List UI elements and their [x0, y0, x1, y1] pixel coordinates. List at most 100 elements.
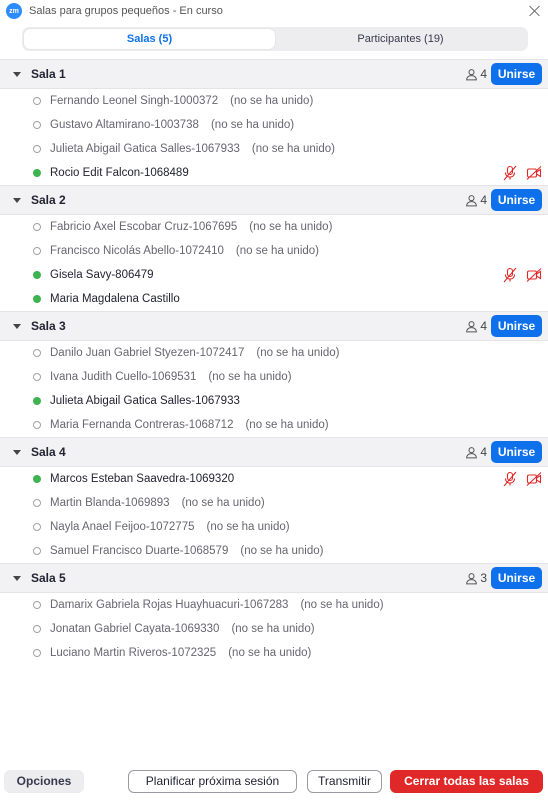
- participant-status: (no se ha unido): [181, 497, 265, 509]
- participant-status: (no se ha unido): [210, 119, 295, 131]
- room-header[interactable]: Sala 1 4 Unirse: [0, 59, 548, 89]
- participant-name: Fernando Leonel Singh-1000372: [50, 95, 219, 107]
- status-dot: [33, 397, 41, 405]
- status-dot: [33, 247, 41, 255]
- caret-down-icon[interactable]: [13, 71, 21, 77]
- participant-count: 4: [465, 67, 487, 81]
- participant-name: Julieta Abigail Gatica Salles-1067933: [50, 395, 240, 407]
- participant-status: (no se ha unido): [256, 347, 340, 359]
- join-button[interactable]: Unirse: [491, 567, 542, 589]
- window-title: Salas para grupos pequeños - En curso: [29, 5, 223, 17]
- participant-row: Francisco Nicolás Abello-1072410 (no se …: [0, 239, 548, 263]
- join-button[interactable]: Unirse: [491, 315, 542, 337]
- plan-next-session-button[interactable]: Planificar próxima sesión: [128, 769, 297, 793]
- options-button[interactable]: Opciones: [4, 769, 84, 793]
- count-value: 4: [480, 319, 487, 333]
- participant-name: Julieta Abigail Gatica Salles-1067933: [50, 143, 240, 155]
- participant-name: Damarix Gabriela Rojas Huayhuacuri-10672…: [50, 599, 289, 611]
- participant-name: Marcos Esteban Saavedra-1069320: [50, 473, 235, 485]
- caret-down-icon[interactable]: [13, 449, 21, 455]
- status-dot: [33, 373, 41, 381]
- participant-status: (no se ha unido): [251, 143, 335, 155]
- participant-name: Rocio Edit Falcon-1068489: [50, 167, 189, 179]
- room-header[interactable]: Sala 4 4 Unirse: [0, 437, 548, 467]
- person-icon: [466, 320, 478, 332]
- caret-down-icon[interactable]: [13, 323, 21, 329]
- participant-media-icons: [494, 471, 542, 487]
- footer-bar: Opciones Planificar próxima sesión Trans…: [0, 762, 548, 800]
- count-value: 3: [480, 571, 487, 585]
- tab-rooms[interactable]: Salas (5): [24, 29, 275, 49]
- room-name: Sala 4: [31, 445, 66, 459]
- participant-row: Samuel Francisco Duarte-1068579 (no se h…: [0, 539, 548, 563]
- participant-media-icons: [494, 165, 542, 181]
- video-off-icon: [526, 166, 542, 180]
- participant-row: Fabricio Axel Escobar Cruz-1067695 (no s…: [0, 215, 548, 239]
- room-header[interactable]: Sala 2 4 Unirse: [0, 185, 548, 215]
- status-dot: [33, 649, 41, 657]
- count-value: 4: [480, 67, 487, 81]
- participant-name: Fabricio Axel Escobar Cruz-1067695: [50, 221, 238, 233]
- participant-row: Maria Fernanda Contreras-1068712 (no se …: [0, 413, 548, 437]
- participant-status: (no se ha unido): [245, 419, 329, 431]
- join-button[interactable]: Unirse: [491, 189, 542, 211]
- room-name: Sala 2: [31, 193, 66, 207]
- broadcast-button[interactable]: Transmitir: [307, 769, 382, 793]
- participant-row: Julieta Abigail Gatica Salles-1067933: [0, 389, 548, 413]
- tab-participants[interactable]: Participantes (19): [275, 29, 526, 49]
- participant-status: (no se ha unido): [240, 545, 324, 557]
- participant-name: Gustavo Altamirano-1003738: [50, 119, 199, 131]
- status-dot: [33, 601, 41, 609]
- count-value: 4: [480, 193, 487, 207]
- participant-row: Jonatan Gabriel Cayata-1069330 (no se ha…: [0, 617, 548, 641]
- participant-name: Ivana Judith Cuello-1069531: [50, 371, 197, 383]
- participant-row: Danilo Juan Gabriel Styezen-1072417 (no …: [0, 341, 548, 365]
- participant-status: (no se ha unido): [208, 371, 292, 383]
- tab-bar: Salas (5) Participantes (19): [22, 27, 528, 51]
- participant-name: Nayla Anael Feijoo-1072775: [50, 521, 195, 533]
- room-name: Sala 3: [31, 319, 66, 333]
- person-icon: [466, 194, 478, 206]
- status-dot: [33, 169, 41, 177]
- participant-status: (no se ha unido): [230, 95, 314, 107]
- participant-row: Luciano Martin Riveros-1072325 (no se ha…: [0, 641, 548, 665]
- participant-count: 4: [465, 445, 487, 459]
- video-off-icon: [526, 472, 542, 486]
- status-dot: [33, 421, 41, 429]
- room-header[interactable]: Sala 5 3 Unirse: [0, 563, 548, 593]
- status-dot: [33, 625, 41, 633]
- participant-row: Martin Blanda-1069893 (no se ha unido): [0, 491, 548, 515]
- close-icon[interactable]: [528, 4, 542, 18]
- participant-media-icons: [494, 267, 542, 283]
- participant-row: Ivana Judith Cuello-1069531 (no se ha un…: [0, 365, 548, 389]
- status-dot: [33, 547, 41, 555]
- close-all-rooms-button[interactable]: Cerrar todas las salas: [390, 769, 543, 793]
- join-button[interactable]: Unirse: [491, 441, 542, 463]
- participant-row: Maria Magdalena Castillo: [0, 287, 548, 311]
- participant-status: (no se ha unido): [300, 599, 384, 611]
- status-dot: [33, 475, 41, 483]
- count-value: 4: [480, 445, 487, 459]
- participant-name: Luciano Martin Riveros-1072325: [50, 647, 217, 659]
- caret-down-icon[interactable]: [13, 197, 21, 203]
- mic-muted-icon: [503, 267, 517, 283]
- room-name: Sala 1: [31, 67, 66, 81]
- participant-name: Maria Fernanda Contreras-1068712: [50, 419, 234, 431]
- video-off-icon: [526, 268, 542, 282]
- participant-row: Rocio Edit Falcon-1068489: [0, 161, 548, 185]
- join-button[interactable]: Unirse: [491, 63, 542, 85]
- status-dot: [33, 97, 41, 105]
- caret-down-icon[interactable]: [13, 575, 21, 581]
- status-dot: [33, 121, 41, 129]
- participant-name: Danilo Juan Gabriel Styezen-1072417: [50, 347, 245, 359]
- zoom-logo-icon: zm: [6, 3, 22, 19]
- room-header[interactable]: Sala 3 4 Unirse: [0, 311, 548, 341]
- room-name: Sala 5: [31, 571, 66, 585]
- participant-row: Gustavo Altamirano-1003738 (no se ha uni…: [0, 113, 548, 137]
- participant-row: Damarix Gabriela Rojas Huayhuacuri-10672…: [0, 593, 548, 617]
- participant-count: 3: [465, 571, 487, 585]
- participant-name: Samuel Francisco Duarte-1068579: [50, 545, 229, 557]
- participant-name: Martin Blanda-1069893: [50, 497, 170, 509]
- participant-count: 4: [465, 319, 487, 333]
- person-icon: [466, 68, 478, 80]
